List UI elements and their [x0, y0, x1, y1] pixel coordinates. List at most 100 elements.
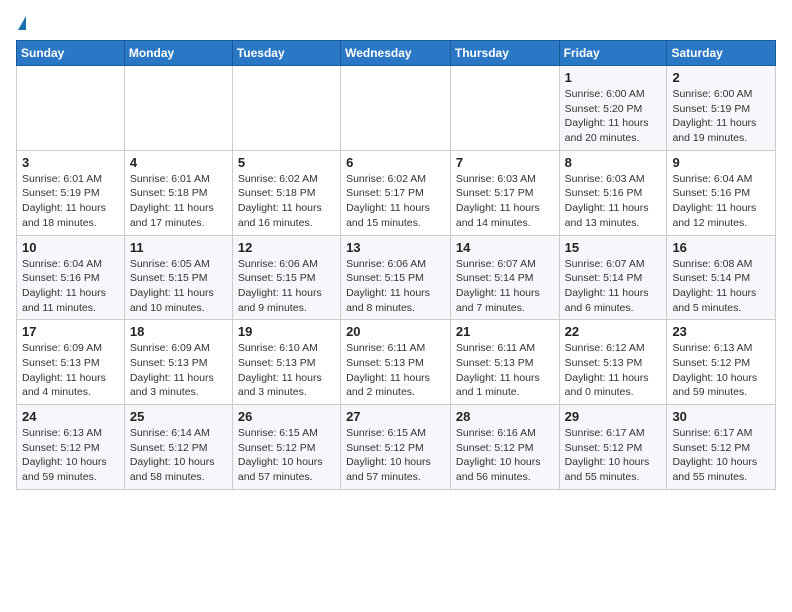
calendar-header-tuesday: Tuesday — [232, 41, 340, 66]
calendar-cell: 1 Sunrise: 6:00 AM Sunset: 5:20 PM Daylig… — [559, 66, 667, 151]
day-info: Sunrise: 6:07 AM Sunset: 5:14 PM Dayligh… — [565, 257, 662, 316]
day-number: 9 — [672, 155, 770, 170]
calendar-cell — [17, 66, 125, 151]
day-info: Sunrise: 6:11 AM Sunset: 5:13 PM Dayligh… — [456, 341, 554, 400]
day-info: Sunrise: 6:10 AM Sunset: 5:13 PM Dayligh… — [238, 341, 335, 400]
day-number: 2 — [672, 70, 770, 85]
day-info: Sunrise: 6:13 AM Sunset: 5:12 PM Dayligh… — [22, 426, 119, 485]
calendar-cell: 28 Sunrise: 6:16 AM Sunset: 5:12 PM Dayli… — [450, 405, 559, 490]
day-number: 3 — [22, 155, 119, 170]
calendar-cell: 10 Sunrise: 6:04 AM Sunset: 5:16 PM Dayli… — [17, 235, 125, 320]
day-number: 8 — [565, 155, 662, 170]
calendar-week-1: 1 Sunrise: 6:00 AM Sunset: 5:20 PM Daylig… — [17, 66, 776, 151]
calendar-cell: 11 Sunrise: 6:05 AM Sunset: 5:15 PM Dayli… — [124, 235, 232, 320]
calendar-cell: 16 Sunrise: 6:08 AM Sunset: 5:14 PM Dayli… — [667, 235, 776, 320]
day-info: Sunrise: 6:09 AM Sunset: 5:13 PM Dayligh… — [130, 341, 227, 400]
day-info: Sunrise: 6:03 AM Sunset: 5:17 PM Dayligh… — [456, 172, 554, 231]
calendar-cell: 21 Sunrise: 6:11 AM Sunset: 5:13 PM Dayli… — [450, 320, 559, 405]
day-number: 12 — [238, 240, 335, 255]
day-number: 16 — [672, 240, 770, 255]
calendar-header-monday: Monday — [124, 41, 232, 66]
day-info: Sunrise: 6:17 AM Sunset: 5:12 PM Dayligh… — [565, 426, 662, 485]
calendar-header-thursday: Thursday — [450, 41, 559, 66]
day-number: 22 — [565, 324, 662, 339]
day-info: Sunrise: 6:04 AM Sunset: 5:16 PM Dayligh… — [672, 172, 770, 231]
calendar-cell: 4Sunrise: 6:01 AM Sunset: 5:18 PM Daylig… — [124, 150, 232, 235]
calendar-header-sunday: Sunday — [17, 41, 125, 66]
calendar-cell: 30 Sunrise: 6:17 AM Sunset: 5:12 PM Dayli… — [667, 405, 776, 490]
day-number: 30 — [672, 409, 770, 424]
calendar-cell: 5 Sunrise: 6:02 AM Sunset: 5:18 PM Daylig… — [232, 150, 340, 235]
calendar-cell: 15Sunrise: 6:07 AM Sunset: 5:14 PM Dayli… — [559, 235, 667, 320]
day-number: 21 — [456, 324, 554, 339]
calendar-cell: 18 Sunrise: 6:09 AM Sunset: 5:13 PM Dayli… — [124, 320, 232, 405]
day-number: 14 — [456, 240, 554, 255]
day-info: Sunrise: 6:09 AM Sunset: 5:13 PM Dayligh… — [22, 341, 119, 400]
calendar-cell: 19 Sunrise: 6:10 AM Sunset: 5:13 PM Dayli… — [232, 320, 340, 405]
day-info: Sunrise: 6:15 AM Sunset: 5:12 PM Dayligh… — [346, 426, 445, 485]
calendar-cell — [232, 66, 340, 151]
day-number: 11 — [130, 240, 227, 255]
day-info: Sunrise: 6:02 AM Sunset: 5:18 PM Dayligh… — [238, 172, 335, 231]
calendar-cell: 26Sunrise: 6:15 AM Sunset: 5:12 PM Dayli… — [232, 405, 340, 490]
day-number: 29 — [565, 409, 662, 424]
calendar-cell: 27 Sunrise: 6:15 AM Sunset: 5:12 PM Dayli… — [341, 405, 451, 490]
calendar-cell: 25 Sunrise: 6:14 AM Sunset: 5:12 PM Dayli… — [124, 405, 232, 490]
calendar-body: 1 Sunrise: 6:00 AM Sunset: 5:20 PM Daylig… — [17, 66, 776, 490]
day-number: 28 — [456, 409, 554, 424]
calendar-cell: 13Sunrise: 6:06 AM Sunset: 5:15 PM Dayli… — [341, 235, 451, 320]
calendar-cell: 7 Sunrise: 6:03 AM Sunset: 5:17 PM Daylig… — [450, 150, 559, 235]
day-info: Sunrise: 6:15 AM Sunset: 5:12 PM Dayligh… — [238, 426, 335, 485]
calendar-cell: 24Sunrise: 6:13 AM Sunset: 5:12 PM Dayli… — [17, 405, 125, 490]
calendar-week-5: 24Sunrise: 6:13 AM Sunset: 5:12 PM Dayli… — [17, 405, 776, 490]
calendar-cell: 17 Sunrise: 6:09 AM Sunset: 5:13 PM Dayli… — [17, 320, 125, 405]
day-number: 19 — [238, 324, 335, 339]
calendar-cell: 6 Sunrise: 6:02 AM Sunset: 5:17 PM Daylig… — [341, 150, 451, 235]
day-info: Sunrise: 6:02 AM Sunset: 5:17 PM Dayligh… — [346, 172, 445, 231]
calendar-cell — [341, 66, 451, 151]
calendar-cell: 3 Sunrise: 6:01 AM Sunset: 5:19 PM Daylig… — [17, 150, 125, 235]
calendar-cell: 8Sunrise: 6:03 AM Sunset: 5:16 PM Daylig… — [559, 150, 667, 235]
calendar-cell: 29 Sunrise: 6:17 AM Sunset: 5:12 PM Dayli… — [559, 405, 667, 490]
day-info: Sunrise: 6:01 AM Sunset: 5:19 PM Dayligh… — [22, 172, 119, 231]
day-number: 1 — [565, 70, 662, 85]
calendar-cell — [450, 66, 559, 151]
calendar-table: SundayMondayTuesdayWednesdayThursdayFrid… — [16, 40, 776, 490]
day-info: Sunrise: 6:05 AM Sunset: 5:15 PM Dayligh… — [130, 257, 227, 316]
calendar-cell: 12 Sunrise: 6:06 AM Sunset: 5:15 PM Dayli… — [232, 235, 340, 320]
day-number: 25 — [130, 409, 227, 424]
day-info: Sunrise: 6:08 AM Sunset: 5:14 PM Dayligh… — [672, 257, 770, 316]
day-number: 17 — [22, 324, 119, 339]
day-info: Sunrise: 6:17 AM Sunset: 5:12 PM Dayligh… — [672, 426, 770, 485]
day-number: 6 — [346, 155, 445, 170]
logo — [16, 16, 26, 32]
calendar-cell: 20Sunrise: 6:11 AM Sunset: 5:13 PM Dayli… — [341, 320, 451, 405]
day-number: 5 — [238, 155, 335, 170]
day-info: Sunrise: 6:00 AM Sunset: 5:20 PM Dayligh… — [565, 87, 662, 146]
calendar-cell: 22 Sunrise: 6:12 AM Sunset: 5:13 PM Dayli… — [559, 320, 667, 405]
calendar-cell: 23 Sunrise: 6:13 AM Sunset: 5:12 PM Dayli… — [667, 320, 776, 405]
calendar-header-saturday: Saturday — [667, 41, 776, 66]
day-info: Sunrise: 6:11 AM Sunset: 5:13 PM Dayligh… — [346, 341, 445, 400]
calendar-cell: 2Sunrise: 6:00 AM Sunset: 5:19 PM Daylig… — [667, 66, 776, 151]
day-number: 27 — [346, 409, 445, 424]
day-info: Sunrise: 6:13 AM Sunset: 5:12 PM Dayligh… — [672, 341, 770, 400]
day-info: Sunrise: 6:16 AM Sunset: 5:12 PM Dayligh… — [456, 426, 554, 485]
page-header — [16, 16, 776, 32]
day-number: 23 — [672, 324, 770, 339]
day-info: Sunrise: 6:04 AM Sunset: 5:16 PM Dayligh… — [22, 257, 119, 316]
calendar-cell — [124, 66, 232, 151]
calendar-header-wednesday: Wednesday — [341, 41, 451, 66]
day-info: Sunrise: 6:14 AM Sunset: 5:12 PM Dayligh… — [130, 426, 227, 485]
day-number: 18 — [130, 324, 227, 339]
calendar-cell: 14Sunrise: 6:07 AM Sunset: 5:14 PM Dayli… — [450, 235, 559, 320]
day-number: 7 — [456, 155, 554, 170]
day-info: Sunrise: 6:06 AM Sunset: 5:15 PM Dayligh… — [346, 257, 445, 316]
day-info: Sunrise: 6:06 AM Sunset: 5:15 PM Dayligh… — [238, 257, 335, 316]
day-info: Sunrise: 6:12 AM Sunset: 5:13 PM Dayligh… — [565, 341, 662, 400]
calendar-header-friday: Friday — [559, 41, 667, 66]
day-number: 10 — [22, 240, 119, 255]
calendar-week-3: 10 Sunrise: 6:04 AM Sunset: 5:16 PM Dayli… — [17, 235, 776, 320]
logo-triangle-icon — [18, 16, 26, 30]
day-number: 4 — [130, 155, 227, 170]
